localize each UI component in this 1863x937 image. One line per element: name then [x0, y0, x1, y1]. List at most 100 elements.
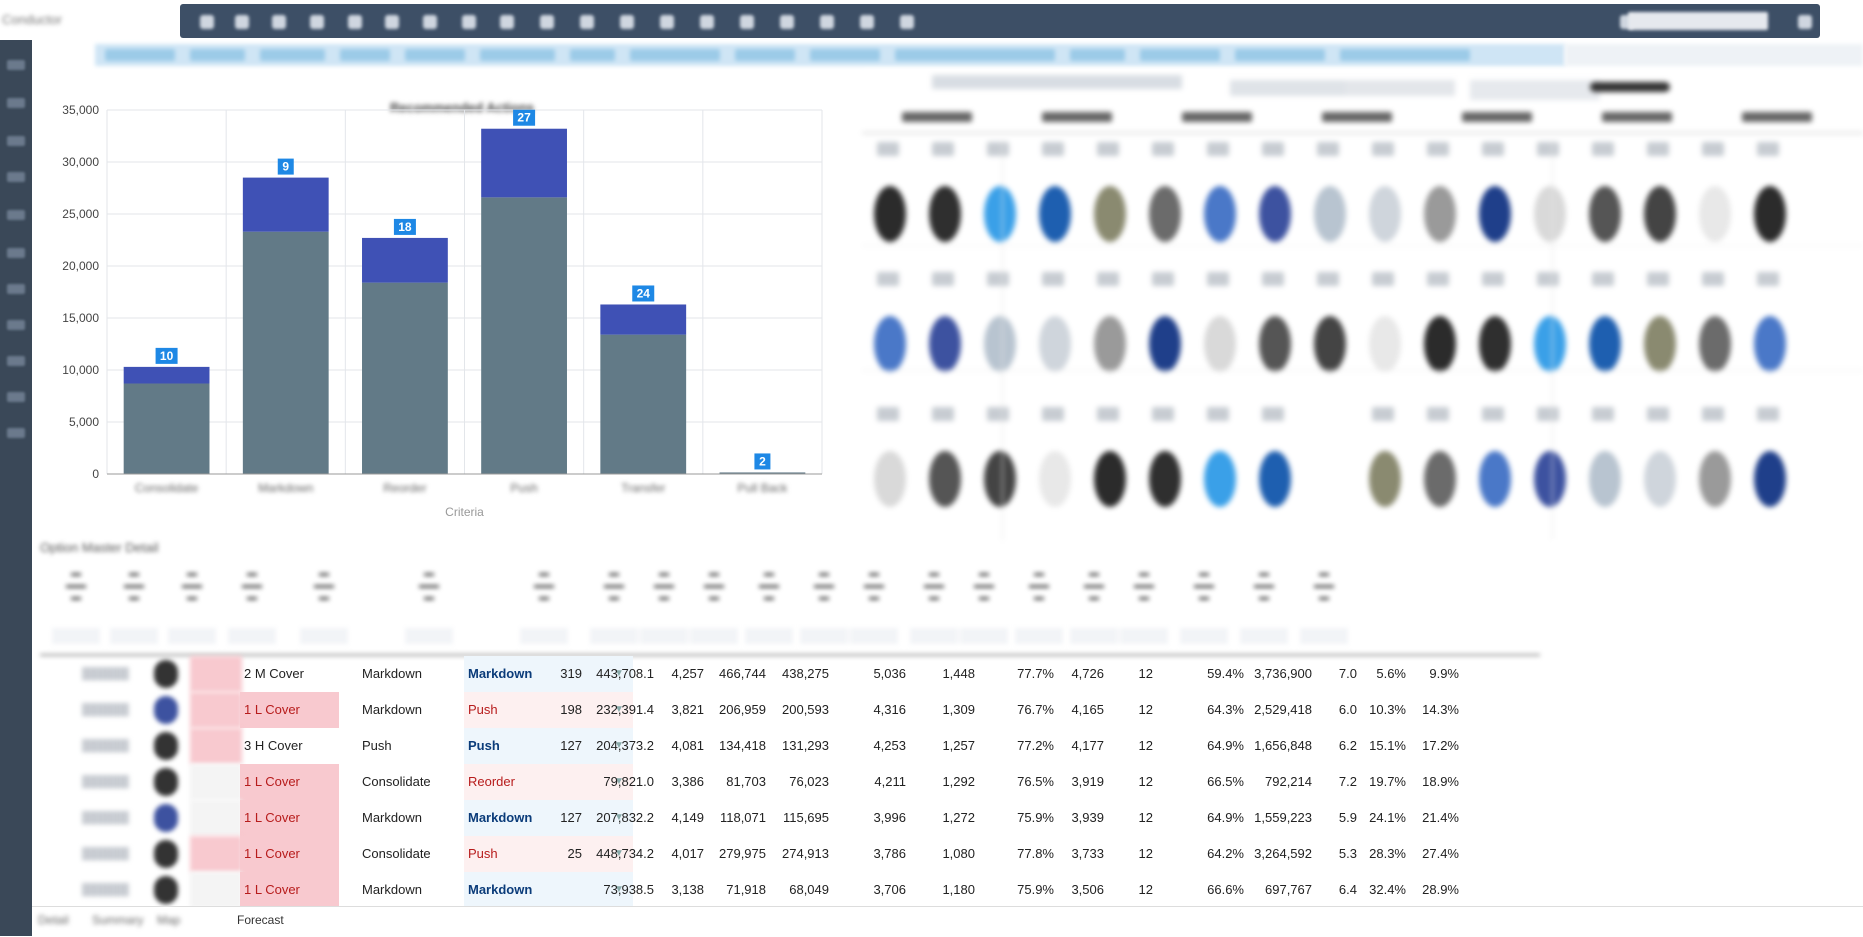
filter-chip[interactable] [190, 49, 245, 61]
nav-filter-icon[interactable] [7, 210, 25, 220]
table-row[interactable]: ██████ 1 L Cover Consolidate Reorder ▼ 79,821… [40, 764, 1550, 800]
column-header[interactable]: ▬ ▬▬ ▬ [1015, 568, 1063, 604]
column-header[interactable]: ▬ ▬▬ ▬ [52, 568, 100, 604]
column-filter-cell[interactable] [1300, 628, 1348, 644]
link-icon[interactable] [423, 15, 437, 29]
product-thumbnail[interactable] [154, 696, 178, 724]
product-thumbnail[interactable] [154, 660, 178, 688]
table-row[interactable]: ██████ 1 L Cover Markdown Push ▼ 198 232,391.4… [40, 692, 1550, 728]
filter-chip[interactable] [405, 49, 465, 61]
cut-icon[interactable] [385, 15, 399, 29]
column-header[interactable]: ▬ ▬▬ ▬ [520, 568, 568, 604]
column-filter-cell[interactable] [800, 628, 848, 644]
nav-users-icon[interactable] [7, 284, 25, 294]
column-filter-cell[interactable] [910, 628, 958, 644]
column-filter-cell[interactable] [228, 628, 276, 644]
product-thumbnail[interactable] [154, 840, 178, 868]
column-header[interactable]: ▬ ▬▬ ▬ [850, 568, 898, 604]
filter-chip[interactable] [570, 49, 615, 61]
column-header[interactable]: ▬ ▬▬ ▬ [640, 568, 688, 604]
column-header[interactable]: ▬ ▬▬ ▬ [690, 568, 738, 604]
grid-icon[interactable] [660, 15, 674, 29]
column-header[interactable]: ▬ ▬▬ ▬ [910, 568, 958, 604]
bar-top[interactable] [362, 237, 448, 283]
column-filter-cell[interactable] [1240, 628, 1288, 644]
product-thumbnail[interactable] [154, 804, 178, 832]
column-header[interactable]: ▬ ▬▬ ▬ [228, 568, 276, 604]
column-filter-cell[interactable] [1180, 628, 1228, 644]
column-header[interactable]: ▬ ▬▬ ▬ [1300, 568, 1348, 604]
filter-options[interactable] [1565, 44, 1863, 66]
compare-icon[interactable] [820, 15, 834, 29]
table-row[interactable]: ██████ 3 H Cover Push Push ▼ 127 204,373.2 4,08… [40, 728, 1550, 764]
column-header[interactable]: ▬ ▬▬ ▬ [1070, 568, 1118, 604]
tab-summary[interactable]: Summary [92, 913, 143, 927]
copy-icon[interactable] [272, 15, 286, 29]
column-filter-cell[interactable] [745, 628, 793, 644]
column-header[interactable]: ▬ ▬▬ ▬ [745, 568, 793, 604]
column-filter-cell[interactable] [168, 628, 216, 644]
filter-chip[interactable] [895, 49, 1055, 61]
column-filter-cell[interactable] [110, 628, 158, 644]
nav-store-icon[interactable] [7, 320, 25, 330]
column-header[interactable]: ▬ ▬▬ ▬ [1240, 568, 1288, 604]
funnel-icon[interactable] [620, 15, 634, 29]
filter-chip[interactable] [630, 49, 720, 61]
filter-chip[interactable] [1070, 49, 1125, 61]
column-header[interactable]: ▬ ▬▬ ▬ [300, 568, 348, 604]
refresh-icon[interactable] [200, 15, 214, 29]
undo-icon[interactable] [740, 15, 754, 29]
nav-tag-icon[interactable] [7, 392, 25, 402]
nav-calendar-icon[interactable] [7, 248, 25, 258]
nav-reports-icon[interactable] [7, 98, 25, 108]
table-row[interactable]: ██████ 2 M Cover Markdown Markdown ▼ 319 443,7… [40, 656, 1550, 692]
column-filter-cell[interactable] [405, 628, 453, 644]
column-header[interactable]: ▬ ▬▬ ▬ [168, 568, 216, 604]
nav-settings-icon[interactable] [7, 428, 25, 438]
bar-base[interactable] [362, 282, 448, 474]
document-icon[interactable] [462, 15, 476, 29]
bar-top[interactable] [242, 177, 329, 232]
bar-base[interactable] [242, 231, 329, 474]
nav-box-icon[interactable] [7, 356, 25, 366]
edit-icon[interactable] [235, 15, 249, 29]
column-filter-cell[interactable] [300, 628, 348, 644]
filter-chip[interactable] [260, 49, 325, 61]
bar-base[interactable] [481, 197, 567, 475]
bar-top[interactable] [600, 304, 687, 335]
table-row[interactable]: ██████ 1 L Cover Markdown Markdown ▼ 73,938.5… [40, 872, 1550, 908]
filter-icon[interactable] [310, 15, 324, 29]
filter-chip[interactable] [1235, 49, 1325, 61]
column-header[interactable]: ▬ ▬▬ ▬ [1180, 568, 1228, 604]
redo-icon[interactable] [780, 15, 794, 29]
export-icon[interactable] [900, 15, 914, 29]
column-header[interactable]: ▬ ▬▬ ▬ [110, 568, 158, 604]
filter-chip[interactable] [105, 49, 175, 61]
column-filter-cell[interactable] [960, 628, 1008, 644]
flag-icon[interactable] [348, 15, 362, 29]
stats-icon[interactable] [860, 15, 874, 29]
bar-base[interactable] [123, 383, 210, 474]
column-filter-cell[interactable] [850, 628, 898, 644]
table-row[interactable]: ██████ 1 L Cover Markdown Markdown ▼ 127 207,8… [40, 800, 1550, 836]
nav-chart-icon[interactable] [7, 172, 25, 182]
filter-chip[interactable] [480, 49, 555, 61]
column-filter-cell[interactable] [520, 628, 568, 644]
sun-icon[interactable] [580, 15, 594, 29]
help-icon[interactable] [1798, 15, 1812, 29]
search-input[interactable] [1628, 12, 1768, 30]
column-filter-cell[interactable] [1070, 628, 1118, 644]
bar-base[interactable] [600, 334, 687, 474]
nav-home-icon[interactable] [7, 60, 25, 70]
table-row[interactable]: ██████ 1 L Cover Consolidate Push ▼ 25 448,734… [40, 836, 1550, 872]
column-filter-cell[interactable] [1120, 628, 1168, 644]
product-thumbnail[interactable] [154, 732, 178, 760]
filter-chip[interactable] [735, 49, 795, 61]
product-thumbnail[interactable] [154, 876, 178, 904]
bar-top[interactable] [123, 366, 210, 384]
column-filter-cell[interactable] [640, 628, 688, 644]
tab-map[interactable]: Map [157, 913, 180, 927]
tab-forecast[interactable]: Forecast [237, 913, 284, 927]
filter-chip[interactable] [340, 49, 390, 61]
column-header[interactable]: ▬ ▬▬ ▬ [1120, 568, 1168, 604]
